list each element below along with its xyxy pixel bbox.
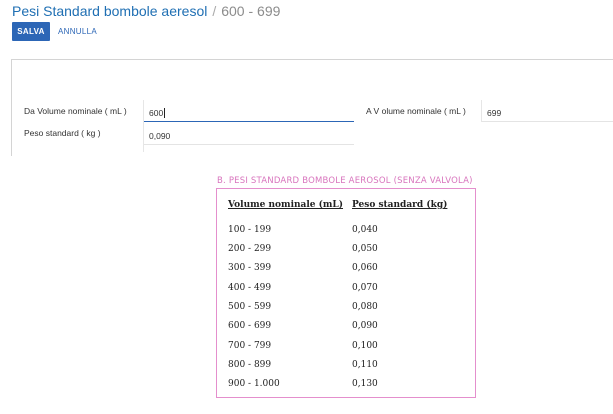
breadcrumb-current: 600 - 699: [221, 3, 281, 19]
reference-row-weight: 0,050: [352, 244, 378, 254]
reference-row-volume: 900 - 1.000: [228, 379, 280, 389]
reference-col-weight: Peso standard (kg): [352, 200, 448, 210]
page: Pesi Standard bombole aeresol/600 - 699 …: [0, 0, 613, 414]
from-volume-input[interactable]: 600: [144, 104, 354, 122]
reference-row-volume: 200 - 299: [228, 244, 272, 254]
reference-col-volume: Volume nominale (mL): [228, 200, 344, 210]
reference-row-weight: 0,130: [352, 379, 378, 389]
reference-row-weight: 0,080: [352, 302, 378, 312]
breadcrumb: Pesi Standard bombole aeresol /600 - 699: [12, 3, 280, 19]
reference-row-volume: 300 - 399: [228, 263, 272, 273]
text-cursor: [164, 107, 166, 118]
breadcrumb-parent-link[interactable]: Pesi Standard bombole aeresol: [12, 3, 207, 19]
reference-row-volume: 700 - 799: [228, 341, 272, 351]
reference-row-weight: 0,060: [352, 263, 378, 273]
reference-row-volume: 100 - 199: [228, 225, 272, 235]
weight-value: 0,090: [149, 130, 171, 141]
to-volume-input[interactable]: 699: [482, 104, 613, 122]
cancel-button[interactable]: ANNULLA: [58, 22, 97, 41]
reference-row-weight: 0,100: [352, 341, 378, 351]
weight-label: Peso standard ( kg ): [24, 128, 101, 138]
from-volume-value: 600: [149, 107, 164, 118]
save-button[interactable]: SALVA: [12, 22, 50, 41]
reference-row-weight: 0,110: [352, 360, 378, 370]
to-volume-value: 699: [487, 107, 502, 118]
reference-row-volume: 400 - 499: [228, 283, 272, 293]
reference-row-weight: 0,090: [352, 321, 378, 331]
to-volume-label: A V olume nominale ( mL ): [366, 106, 466, 116]
reference-row-volume: 800 - 899: [228, 360, 272, 370]
from-volume-label: Da Volume nominale ( mL ): [24, 106, 127, 116]
weight-input[interactable]: 0,090: [144, 127, 354, 145]
reference-row-weight: 0,040: [352, 225, 378, 235]
breadcrumb-separator: /: [212, 3, 217, 19]
reference-table-title: B. PESI STANDARD BOMBOLE AEROSOL (SENZA …: [217, 176, 473, 186]
reference-row-volume: 600 - 699: [228, 321, 272, 331]
reference-row-volume: 500 - 599: [228, 302, 272, 312]
reference-row-weight: 0,070: [352, 283, 378, 293]
